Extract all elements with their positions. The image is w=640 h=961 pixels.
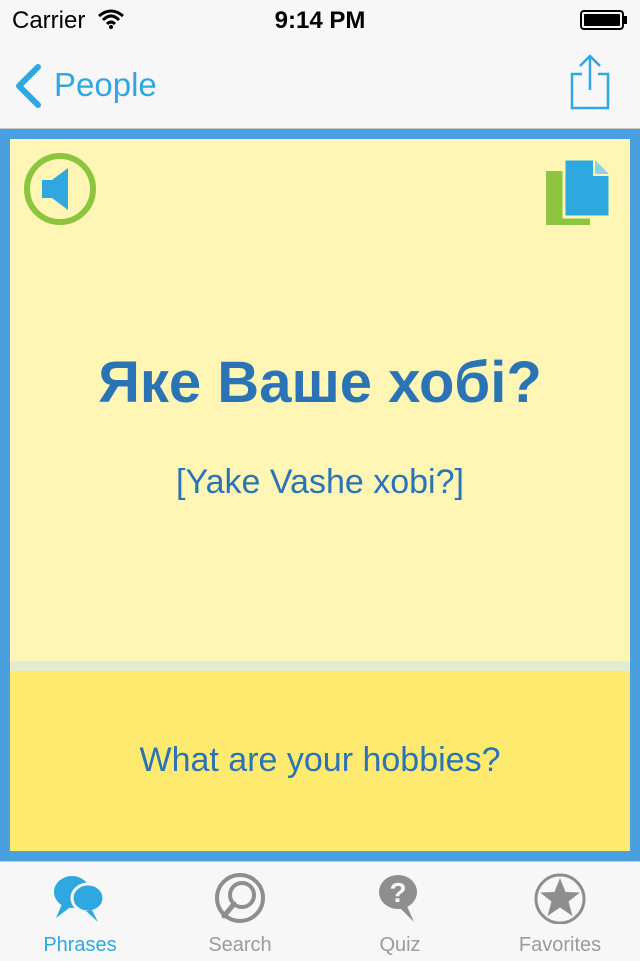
star-icon	[534, 873, 586, 924]
question-bubble-icon: ?	[379, 875, 417, 922]
tab-search[interactable]: Search	[160, 862, 320, 961]
phrase-card: Яке Ваше хобі? [Yake Vashe xobi?]	[10, 139, 630, 661]
tab-quiz[interactable]: ? Quiz	[320, 862, 480, 961]
tab-search-label: Search	[208, 934, 272, 956]
clock: 9:14 PM	[274, 7, 366, 34]
transliteration-text: [Yake Vashe xobi?]	[176, 463, 464, 501]
tab-bar: Phrases Search ? Quiz Favorites	[0, 861, 640, 961]
share-button[interactable]	[566, 52, 614, 112]
magnifier-icon	[215, 873, 265, 923]
chevron-left-icon	[16, 64, 41, 108]
back-label: People	[54, 66, 157, 103]
translation-text: What are your hobbies?	[139, 741, 501, 779]
translation-panel: What are your hobbies?	[10, 671, 630, 851]
speech-bubbles-icon	[54, 876, 106, 922]
tab-quiz-label: Quiz	[379, 934, 421, 956]
copy-icon	[546, 157, 612, 225]
speaker-icon	[24, 153, 96, 225]
battery-icon	[580, 10, 627, 30]
tab-phrases-label: Phrases	[43, 934, 117, 956]
tab-favorites[interactable]: Favorites	[480, 862, 640, 961]
navigation-bar: People	[0, 40, 640, 129]
status-bar: Carrier 9:14 PM	[0, 0, 640, 40]
tab-favorites-label: Favorites	[518, 934, 602, 956]
phrase-text: Яке Ваше хобі?	[98, 350, 542, 415]
svg-text:?: ?	[389, 877, 406, 908]
play-audio-button[interactable]	[22, 151, 98, 227]
share-icon	[570, 54, 610, 110]
tab-phrases[interactable]: Phrases	[0, 862, 160, 961]
card-divider	[10, 661, 630, 671]
copy-button[interactable]	[544, 155, 616, 229]
phrase-card-frame: Яке Ваше хобі? [Yake Vashe xobi?] What a…	[0, 129, 640, 861]
